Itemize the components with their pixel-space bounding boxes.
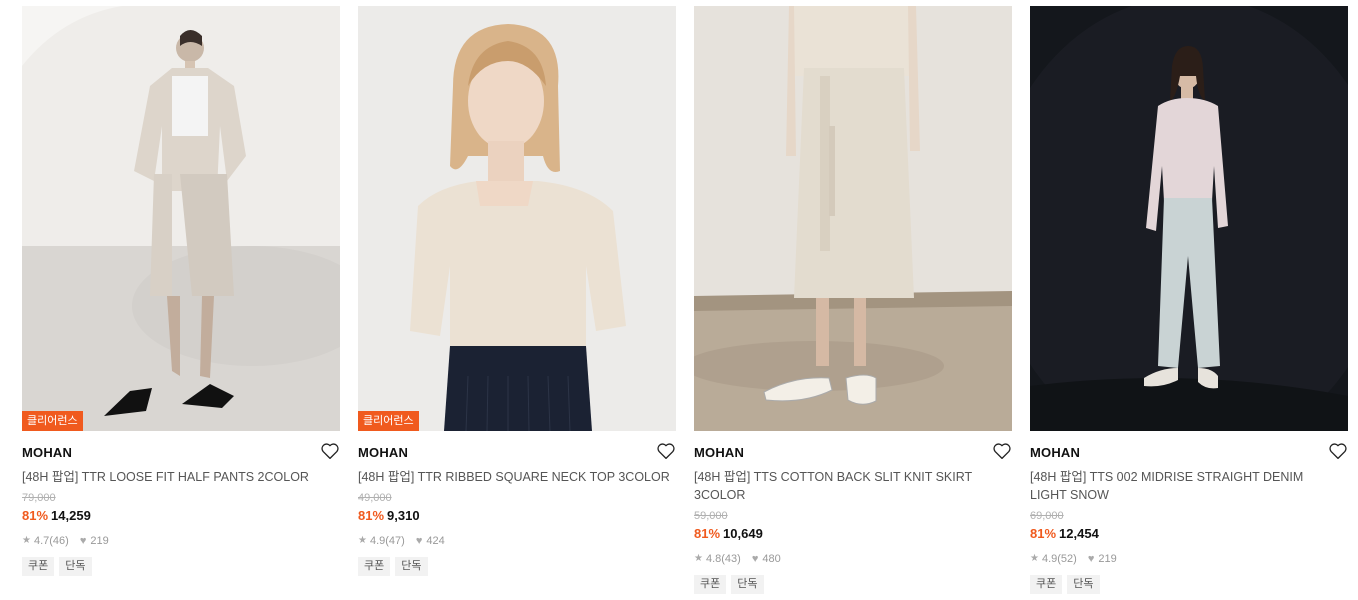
rating-value: 4.7 xyxy=(33,535,50,547)
brand-row: MOHAN xyxy=(1030,442,1348,467)
product-meta: ★ 4.7 (46) ♥ 219 xyxy=(22,534,340,548)
like-count: 219 xyxy=(1098,553,1117,565)
like-count: 480 xyxy=(762,553,781,565)
tag-list: 쿠폰 단독 xyxy=(358,557,676,576)
heart-outline-icon[interactable] xyxy=(656,442,676,460)
heart-filled-icon: ♥ xyxy=(751,553,759,565)
star-icon: ★ xyxy=(1030,553,1039,564)
coupon-tag: 쿠폰 xyxy=(22,557,55,576)
brand-name[interactable]: MOHAN xyxy=(358,445,676,461)
product-photo-loose-fit-half-pants xyxy=(22,6,340,431)
exclusive-tag: 단독 xyxy=(1067,575,1100,594)
sale-price: 9,310 xyxy=(387,508,420,523)
discount-rate: 81% xyxy=(358,508,385,523)
product-meta: ★ 4.9 (47) ♥ 424 xyxy=(358,534,676,548)
like-count: 219 xyxy=(90,535,109,547)
rating-value: 4.9 xyxy=(369,535,386,547)
like-count: 424 xyxy=(426,535,445,547)
product-image[interactable] xyxy=(1030,6,1348,431)
discount-rate: 81% xyxy=(694,526,721,541)
review-count: (47) xyxy=(385,535,405,547)
product-title[interactable]: [48H 팝업] TTS COTTON BACK SLIT KNIT SKIRT… xyxy=(694,468,1006,504)
product-image[interactable] xyxy=(694,6,1012,431)
brand-name[interactable]: MOHAN xyxy=(22,445,340,461)
product-card[interactable]: 클리어런스 MOHAN [48H 팝업] TTR RIBBED SQUARE N… xyxy=(358,6,676,576)
price-row: 81% 14,259 xyxy=(22,508,340,524)
brand-row: MOHAN xyxy=(358,442,676,467)
star-icon: ★ xyxy=(22,535,31,546)
product-photo-ribbed-square-neck-top xyxy=(358,6,676,431)
rating-value: 4.8 xyxy=(705,553,722,565)
sale-price: 12,454 xyxy=(1059,526,1099,541)
product-card[interactable]: 클리어런스 MOHAN [48H 팝업] TTR LOOSE FIT HALF … xyxy=(22,6,340,576)
tag-list: 쿠폰 단독 xyxy=(694,575,1012,594)
heart-outline-icon[interactable] xyxy=(992,442,1012,460)
product-image[interactable]: 클리어런스 xyxy=(22,6,340,431)
price-row: 81% 9,310 xyxy=(358,508,676,524)
coupon-tag: 쿠폰 xyxy=(694,575,727,594)
sale-price: 14,259 xyxy=(51,508,91,523)
exclusive-tag: 단독 xyxy=(731,575,764,594)
original-price: 59,000 xyxy=(694,510,728,522)
brand-row: MOHAN xyxy=(22,442,340,467)
heart-outline-icon[interactable] xyxy=(320,442,340,460)
tag-list: 쿠폰 단독 xyxy=(1030,575,1348,594)
review-count: (46) xyxy=(49,535,69,547)
discount-rate: 81% xyxy=(1030,526,1057,541)
heart-filled-icon: ♥ xyxy=(1087,553,1095,565)
brand-row: MOHAN xyxy=(694,442,1012,467)
star-icon: ★ xyxy=(694,553,703,564)
product-image[interactable]: 클리어런스 xyxy=(358,6,676,431)
rating-value: 4.9 xyxy=(1041,553,1058,565)
heart-filled-icon: ♥ xyxy=(415,535,423,547)
star-icon: ★ xyxy=(358,535,367,546)
product-grid: 클리어런스 MOHAN [48H 팝업] TTR LOOSE FIT HALF … xyxy=(0,0,1358,600)
brand-name[interactable]: MOHAN xyxy=(694,445,1012,461)
product-card[interactable]: MOHAN [48H 팝업] TTS COTTON BACK SLIT KNIT… xyxy=(694,6,1012,594)
price-row: 81% 10,649 xyxy=(694,526,1012,542)
exclusive-tag: 단독 xyxy=(59,557,92,576)
tag-list: 쿠폰 단독 xyxy=(22,557,340,576)
clearance-badge: 클리어런스 xyxy=(358,411,419,431)
product-title[interactable]: [48H 팝업] TTR LOOSE FIT HALF PANTS 2COLOR xyxy=(22,468,334,486)
brand-name[interactable]: MOHAN xyxy=(1030,445,1348,461)
review-count: (52) xyxy=(1057,553,1077,565)
coupon-tag: 쿠폰 xyxy=(1030,575,1063,594)
review-count: (43) xyxy=(721,553,741,565)
product-card[interactable]: MOHAN [48H 팝업] TTS 002 MIDRISE STRAIGHT … xyxy=(1030,6,1348,594)
exclusive-tag: 단독 xyxy=(395,557,428,576)
product-meta: ★ 4.9 (52) ♥ 219 xyxy=(1030,552,1348,566)
product-meta: ★ 4.8 (43) ♥ 480 xyxy=(694,552,1012,566)
product-photo-cotton-knit-skirt xyxy=(694,6,1012,431)
heart-outline-icon[interactable] xyxy=(1328,442,1348,460)
clearance-badge: 클리어런스 xyxy=(22,411,83,431)
coupon-tag: 쿠폰 xyxy=(358,557,391,576)
heart-filled-icon: ♥ xyxy=(79,535,87,547)
discount-rate: 81% xyxy=(22,508,49,523)
original-price: 69,000 xyxy=(1030,510,1064,522)
product-title[interactable]: [48H 팝업] TTR RIBBED SQUARE NECK TOP 3COL… xyxy=(358,468,670,486)
price-row: 81% 12,454 xyxy=(1030,526,1348,542)
original-price: 79,000 xyxy=(22,492,56,504)
product-photo-straight-denim xyxy=(1030,6,1348,431)
sale-price: 10,649 xyxy=(723,526,763,541)
product-title[interactable]: [48H 팝업] TTS 002 MIDRISE STRAIGHT DENIM … xyxy=(1030,468,1342,504)
original-price: 49,000 xyxy=(358,492,392,504)
